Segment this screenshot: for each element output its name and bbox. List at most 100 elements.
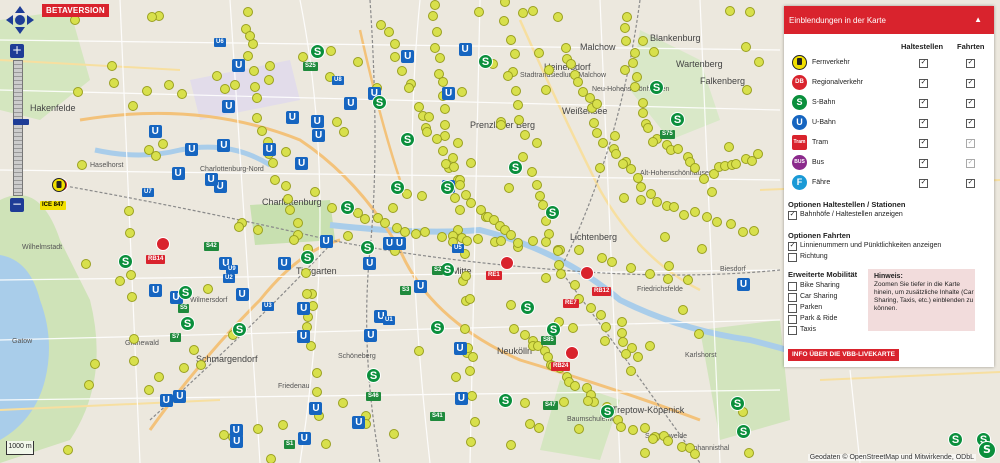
tram-stop-marker[interactable]	[678, 304, 689, 315]
tram-stop-marker[interactable]	[419, 226, 430, 237]
tram-stop-marker[interactable]	[610, 130, 621, 141]
tram-stop-marker[interactable]	[743, 447, 754, 458]
line-chip[interactable]: S25	[303, 62, 318, 71]
tram-stop-marker[interactable]	[510, 86, 521, 97]
tram-stop-marker[interactable]	[596, 309, 607, 320]
tram-stop-marker[interactable]	[338, 126, 349, 137]
mobility-option-checkbox[interactable]	[788, 282, 797, 291]
regional-station-marker[interactable]	[500, 256, 514, 270]
u-bahn-station-marker[interactable]: U	[344, 97, 358, 111]
tram-stop-marker[interactable]	[569, 279, 580, 290]
tram-stop-marker[interactable]	[610, 149, 621, 160]
line-chip[interactable]: S3	[400, 286, 412, 295]
tram-stop-marker[interactable]	[592, 127, 603, 138]
pan-control[interactable]	[6, 6, 34, 34]
tram-stop-marker[interactable]	[292, 217, 303, 228]
tram-stop-marker[interactable]	[532, 179, 543, 190]
tram-stop-marker[interactable]	[265, 60, 276, 71]
tram-stop-marker[interactable]	[413, 346, 424, 357]
u-bahn-station-marker[interactable]: U	[309, 401, 323, 415]
s-bahn-station-marker[interactable]: S	[310, 44, 325, 59]
tram-stop-marker[interactable]	[531, 138, 542, 149]
tram-stop-marker[interactable]	[359, 213, 370, 224]
tram-stop-marker[interactable]	[147, 11, 158, 22]
tram-stop-marker[interactable]	[556, 268, 567, 279]
tram-stop-marker[interactable]	[248, 65, 259, 76]
s-bahn-station-marker[interactable]: S	[180, 316, 195, 331]
tram-stop-marker[interactable]	[454, 204, 465, 215]
line-chip[interactable]: S85	[541, 336, 556, 345]
tram-stop-marker[interactable]	[637, 107, 648, 118]
u-bahn-station-marker[interactable]: U	[312, 129, 326, 143]
tram-stop-marker[interactable]	[153, 372, 164, 383]
line-chip[interactable]: RE7	[563, 299, 579, 308]
stops-checkbox[interactable]: ✓	[919, 139, 928, 148]
line-chip[interactable]: RE1	[486, 271, 502, 280]
tram-stop-marker[interactable]	[266, 454, 277, 463]
stops-checkbox[interactable]: ✓	[919, 179, 928, 188]
tram-stop-marker[interactable]	[527, 236, 538, 247]
u-bahn-station-marker[interactable]: U	[173, 389, 187, 403]
tram-stop-marker[interactable]	[251, 92, 262, 103]
s-bahn-station-marker[interactable]: S	[948, 432, 963, 447]
tram-stop-marker[interactable]	[648, 47, 659, 58]
regional-station-marker[interactable]	[580, 266, 594, 280]
tram-stop-marker[interactable]	[124, 227, 135, 238]
u-bahn-station-marker[interactable]: U	[442, 86, 456, 100]
u-bahn-station-marker[interactable]: U	[217, 138, 231, 152]
tram-stop-marker[interactable]	[499, 0, 510, 7]
tram-stop-marker[interactable]	[342, 230, 353, 241]
zoom-out-button[interactable]: −	[10, 198, 24, 212]
s-bahn-station-marker[interactable]: S	[300, 250, 315, 265]
tram-stop-marker[interactable]	[625, 365, 636, 376]
mobility-option-checkbox[interactable]	[788, 326, 797, 335]
u-bahn-station-marker[interactable]: U	[262, 142, 276, 156]
tram-stop-marker[interactable]	[659, 232, 670, 243]
line-chip[interactable]: S75	[660, 130, 675, 139]
tram-stop-marker[interactable]	[540, 272, 551, 283]
u-bahn-station-marker[interactable]: U	[235, 287, 249, 301]
u-bahn-station-marker[interactable]: U	[352, 415, 366, 429]
tram-stop-marker[interactable]	[252, 224, 263, 235]
tram-stop-marker[interactable]	[243, 50, 254, 61]
tram-stop-marker[interactable]	[512, 99, 523, 110]
tram-stop-marker[interactable]	[622, 11, 633, 22]
regional-station-marker[interactable]	[156, 237, 170, 251]
tram-stop-marker[interactable]	[229, 79, 240, 90]
line-chip[interactable]: S41	[430, 412, 445, 421]
tram-stop-marker[interactable]	[301, 288, 312, 299]
s-bahn-station-marker[interactable]: S	[545, 205, 560, 220]
tram-stop-marker[interactable]	[252, 113, 263, 124]
tram-stop-marker[interactable]	[567, 322, 578, 333]
line-chip[interactable]: S46	[366, 392, 381, 401]
tram-stop-marker[interactable]	[211, 70, 222, 81]
line-chip[interactable]: U7	[142, 188, 154, 197]
tram-stop-marker[interactable]	[689, 206, 700, 217]
s-bahn-station-marker[interactable]: S	[360, 240, 375, 255]
s-bahn-station-marker[interactable]: S	[600, 404, 615, 419]
line-chip[interactable]: U2	[223, 274, 235, 283]
tram-stop-marker[interactable]	[662, 435, 673, 446]
mobility-option-checkbox[interactable]	[788, 293, 797, 302]
tram-stop-marker[interactable]	[309, 186, 320, 197]
line-chip[interactable]: ICE 847	[40, 201, 66, 210]
u-bahn-station-marker[interactable]: U	[414, 280, 428, 294]
tram-stop-marker[interactable]	[142, 85, 153, 96]
s-bahn-station-marker[interactable]: S	[178, 285, 193, 300]
u-bahn-station-marker[interactable]: U	[319, 235, 333, 249]
trips-checkbox[interactable]: ✓	[966, 99, 975, 108]
u-bahn-station-marker[interactable]: U	[285, 110, 299, 124]
s-bahn-station-marker[interactable]: S	[478, 54, 493, 69]
u-bahn-station-marker[interactable]: U	[453, 342, 467, 356]
tram-stop-marker[interactable]	[397, 65, 408, 76]
line-chip[interactable]: S2	[432, 266, 444, 275]
tram-stop-marker[interactable]	[678, 209, 689, 220]
s-bahn-station-marker[interactable]: S	[736, 424, 751, 439]
tram-stop-marker[interactable]	[128, 334, 139, 345]
tram-stop-marker[interactable]	[573, 424, 584, 435]
tram-stop-marker[interactable]	[533, 423, 544, 434]
tram-stop-marker[interactable]	[696, 244, 707, 255]
tram-stop-marker[interactable]	[233, 222, 244, 233]
tram-stop-marker[interactable]	[510, 48, 521, 59]
tram-stop-marker[interactable]	[512, 238, 523, 249]
